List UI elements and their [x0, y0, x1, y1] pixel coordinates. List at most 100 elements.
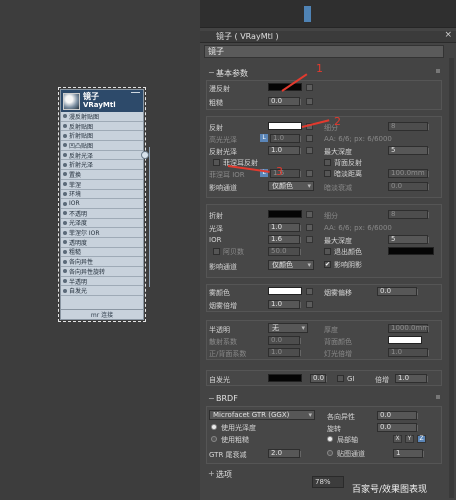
fog-color-swatch[interactable]	[268, 287, 302, 295]
slot-socket-icon[interactable]	[63, 230, 67, 235]
slot-socket-icon[interactable]	[63, 288, 67, 293]
basic-params-header[interactable]: − 基本参数	[206, 68, 442, 79]
material-node[interactable]: 镜子 VRayMtl 漫反射贴图 反射贴图 折射贴图 凹凸贴图 反射光泽 折射光泽 置换 菲涅…	[58, 87, 149, 322]
roughness-map-button[interactable]	[306, 98, 313, 105]
rotation-spinner[interactable]: 0.0	[377, 423, 418, 432]
refract-map-button[interactable]	[306, 211, 313, 218]
refract-gloss-map-button[interactable]	[306, 224, 313, 231]
lock-L-button[interactable]: L	[260, 134, 268, 142]
affect-shadows-checkbox[interactable]: ✔	[324, 261, 331, 268]
refl-gloss-spinner[interactable]: 1.0	[268, 146, 301, 155]
node-slot[interactable]: 凹凸贴图	[61, 141, 143, 151]
diffuse-map-button[interactable]	[306, 84, 313, 91]
slot-socket-icon[interactable]	[63, 124, 67, 129]
node-header[interactable]: 镜子 VRayMtl	[61, 90, 143, 112]
slot-socket-icon[interactable]	[63, 172, 67, 177]
exit-color-swatch[interactable]	[388, 247, 434, 255]
panel-scrollbar[interactable]	[449, 58, 454, 498]
refract-subdivs-spinner[interactable]: 8	[388, 210, 429, 219]
node-slot[interactable]: 不透明	[61, 209, 143, 219]
node-slot[interactable]: 置换	[61, 170, 143, 180]
fresnel-ior-map-button[interactable]	[306, 170, 313, 177]
local-axis-radio[interactable]	[327, 436, 333, 442]
self-illum-mult-spinner[interactable]: 1.0	[395, 374, 428, 383]
gtr-spinner[interactable]: 2.0	[268, 449, 301, 458]
node-slot[interactable]: 环境	[61, 190, 143, 200]
material-node-body[interactable]: 镜子 VRayMtl 漫反射贴图 反射贴图 折射贴图 凹凸贴图 反射光泽 折射光泽 置换 菲涅…	[60, 89, 149, 320]
refract-color-swatch[interactable]	[268, 210, 302, 218]
slot-socket-icon[interactable]	[63, 182, 67, 187]
scatter-spinner[interactable]: 0.0	[268, 336, 301, 345]
axis-y-button[interactable]: Y	[405, 435, 414, 443]
axis-z-button[interactable]: Z	[417, 435, 426, 443]
refract-max-depth-spinner[interactable]: 5	[388, 235, 429, 244]
refract-affect-channels-dropdown[interactable]: 仅颜色	[268, 260, 314, 270]
close-icon[interactable]: ×	[444, 30, 452, 40]
use-gloss-radio[interactable]	[211, 424, 217, 430]
node-slot[interactable]: 折射贴图	[61, 131, 143, 142]
node-slot[interactable]: 折射光泽	[61, 160, 143, 171]
self-illum-spinner[interactable]: 0.0	[310, 374, 327, 383]
abbe-spinner[interactable]: 50.0	[268, 247, 301, 256]
hilight-map-button[interactable]	[306, 135, 313, 142]
timeline-marker[interactable]	[304, 6, 311, 22]
axis-x-button[interactable]: X	[393, 435, 402, 443]
slot-socket-icon[interactable]	[63, 143, 67, 148]
slot-socket-icon[interactable]	[63, 211, 67, 216]
use-rough-radio[interactable]	[211, 436, 217, 442]
abbe-checkbox[interactable]	[213, 248, 220, 255]
node-slot[interactable]: 漫反射贴图	[61, 112, 143, 122]
fresnel-ior-spinner[interactable]: 1.6	[270, 169, 301, 178]
reflect-color-swatch[interactable]	[268, 122, 302, 130]
slot-socket-icon[interactable]	[63, 162, 67, 167]
ior-map-button[interactable]	[306, 236, 313, 243]
node-slot[interactable]: 半透明	[61, 277, 143, 287]
node-slot[interactable]: 各向异性	[61, 257, 143, 267]
node-graph[interactable]: 镜子 VRayMtl 漫反射贴图 反射贴图 折射贴图 凹凸贴图 反射光泽 折射光泽 置换 菲涅…	[0, 0, 200, 500]
self-illum-color-swatch[interactable]	[268, 374, 302, 382]
zoom-level-dropdown[interactable]: 78%	[312, 476, 344, 488]
fresnel-checkbox[interactable]	[213, 159, 220, 166]
slot-socket-icon[interactable]	[63, 269, 67, 274]
slot-socket-icon[interactable]	[63, 220, 67, 225]
gi-checkbox[interactable]	[337, 375, 344, 382]
node-slot[interactable]: 透明度	[61, 238, 143, 248]
material-name-field[interactable]: 镜子	[204, 45, 444, 58]
light-mult-spinner[interactable]: 1.0	[388, 348, 429, 357]
slot-socket-icon[interactable]	[63, 191, 67, 196]
back-color-swatch[interactable]	[388, 336, 422, 344]
hilight-gloss-spinner[interactable]: 1.0	[270, 134, 301, 143]
fog-mult-map-button[interactable]	[306, 301, 313, 308]
thickness-spinner[interactable]: 1000.0mm	[388, 324, 429, 333]
slot-socket-icon[interactable]	[63, 201, 67, 206]
dim-distance-checkbox[interactable]	[324, 170, 331, 177]
fog-bias-spinner[interactable]: 0.0	[377, 287, 418, 296]
node-slot[interactable]: 光泽度	[61, 219, 143, 229]
slot-socket-icon[interactable]	[63, 153, 67, 158]
brdf-type-dropdown[interactable]: Microfacet GTR (GGX)	[209, 410, 315, 420]
node-collapse-icon[interactable]	[131, 92, 140, 95]
map-channel-spinner[interactable]: 1	[393, 449, 424, 458]
node-slot[interactable]: IOR	[61, 199, 143, 209]
refract-gloss-spinner[interactable]: 1.0	[268, 223, 301, 232]
ior-spinner[interactable]: 1.6	[268, 235, 301, 244]
slot-socket-icon[interactable]	[63, 259, 67, 264]
node-slot[interactable]: 菲涅	[61, 180, 143, 190]
refl-affect-channels-dropdown[interactable]: 仅颜色	[268, 181, 314, 191]
dim-distance-spinner[interactable]: 100.0mm	[388, 169, 429, 178]
node-slot[interactable]: 粗糙	[61, 248, 143, 258]
roughness-spinner[interactable]: 0.0	[268, 97, 301, 106]
node-slot[interactable]: 反射贴图	[61, 122, 143, 132]
slot-socket-icon[interactable]	[63, 133, 67, 138]
node-slot[interactable]: 各向异性旋转	[61, 267, 143, 277]
refl-gloss-map-button[interactable]	[306, 147, 313, 154]
fog-color-map-button[interactable]	[306, 288, 313, 295]
node-slot[interactable]: 菲涅尔 IOR	[61, 228, 143, 238]
exit-color-checkbox[interactable]	[324, 248, 331, 255]
anisotropy-spinner[interactable]: 0.0	[377, 411, 418, 420]
refl-max-depth-spinner[interactable]: 5	[388, 146, 429, 155]
slot-socket-icon[interactable]	[63, 114, 67, 119]
translucent-dropdown[interactable]: 无	[268, 323, 308, 333]
reflect-subdivs-spinner[interactable]: 8	[388, 122, 429, 131]
dim-falloff-spinner[interactable]: 0.0	[388, 182, 429, 191]
